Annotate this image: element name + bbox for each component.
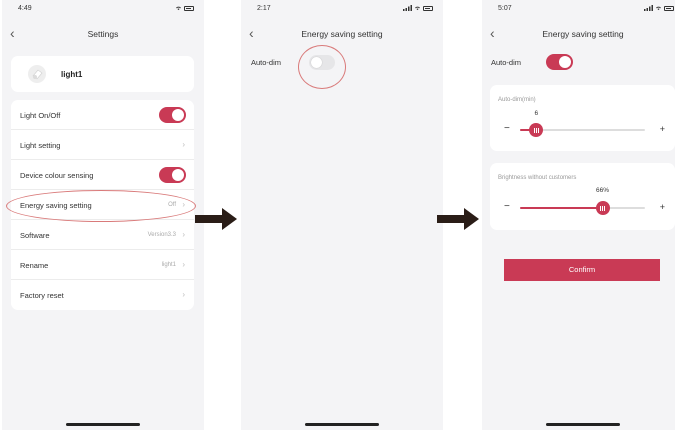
page-title: Energy saving setting xyxy=(301,29,383,39)
status-bar: 5:07 xyxy=(482,0,675,20)
chevron-right-icon: › xyxy=(182,230,185,239)
status-icons xyxy=(644,5,674,11)
settings-row-label: Light setting xyxy=(20,141,61,150)
brightness-card: Brightness without customers 66% − + xyxy=(490,163,675,230)
slider-fill xyxy=(520,207,603,209)
page-title: Energy saving setting xyxy=(542,29,624,39)
toggle-switch[interactable] xyxy=(159,167,186,183)
settings-row[interactable]: Device colour sensing xyxy=(11,160,194,190)
auto-dim-min-label: Auto-dim(min) xyxy=(498,97,536,103)
settings-row-label: Device colour sensing xyxy=(20,171,94,180)
highlight-circle xyxy=(298,45,346,89)
wifi-icon xyxy=(656,6,661,11)
slider-handle[interactable] xyxy=(595,201,610,215)
arrow-right-icon xyxy=(195,208,237,230)
brightness-value: 66% xyxy=(595,187,610,194)
device-name: light1 xyxy=(61,70,83,79)
settings-row[interactable]: Rename light1 › xyxy=(11,250,194,280)
nav-bar: ‹ Energy saving setting xyxy=(241,24,443,44)
settings-row[interactable]: Software Version3.3 › xyxy=(11,220,194,250)
auto-dim-row: Auto-dim xyxy=(482,52,675,72)
brightness-slider[interactable] xyxy=(520,201,645,215)
nav-bar: ‹ Energy saving setting xyxy=(482,24,675,44)
brightness-label: Brightness without customers xyxy=(498,175,577,181)
settings-row-value: light1 xyxy=(161,262,176,268)
home-indicator xyxy=(305,423,379,426)
battery-icon xyxy=(184,5,194,11)
settings-screen: 4:49 ‹ Settings light1 Light On/Off Light… xyxy=(2,0,204,430)
highlight-oval xyxy=(6,190,196,222)
light-bulb-icon xyxy=(28,65,46,83)
decrease-button[interactable]: − xyxy=(504,201,510,212)
toggle-knob xyxy=(172,169,184,181)
arrow-right-icon xyxy=(437,208,479,230)
signal-icon xyxy=(403,5,412,11)
auto-dim-label: Auto-dim xyxy=(491,58,522,67)
chevron-right-icon: › xyxy=(182,140,185,149)
status-icons xyxy=(403,5,433,11)
nav-bar: ‹ Settings xyxy=(2,24,204,44)
status-icons xyxy=(175,5,194,11)
signal-icon xyxy=(644,5,653,11)
auto-dim-min-card: Auto-dim(min) 6 − + xyxy=(490,85,675,151)
auto-dim-label: Auto-dim xyxy=(251,58,282,67)
status-time: 2:17 xyxy=(257,5,271,12)
home-indicator xyxy=(66,423,140,426)
slider-handle[interactable] xyxy=(529,123,544,137)
status-time: 4:49 xyxy=(18,5,32,12)
toggle-switch[interactable] xyxy=(159,107,186,123)
energy-saving-screen-off: 2:17 ‹ Energy saving setting Auto-dim xyxy=(241,0,443,430)
wifi-icon xyxy=(415,6,420,11)
auto-dim-min-slider[interactable] xyxy=(520,123,645,137)
status-bar: 2:17 xyxy=(241,0,443,20)
home-indicator xyxy=(546,423,620,426)
wifi-icon xyxy=(176,6,181,11)
settings-row[interactable]: Light setting › xyxy=(11,130,194,160)
settings-row-label: Factory reset xyxy=(20,291,64,300)
settings-row[interactable]: Factory reset › xyxy=(11,280,194,310)
status-time: 5:07 xyxy=(498,5,512,12)
settings-row[interactable]: Light On/Off xyxy=(11,100,194,130)
page-title: Settings xyxy=(87,29,119,39)
toggle-knob xyxy=(172,109,184,121)
battery-icon xyxy=(664,5,674,11)
settings-row-label: Software xyxy=(20,231,50,240)
decrease-button[interactable]: − xyxy=(504,123,510,134)
energy-saving-screen-on: 5:07 ‹ Energy saving setting Auto-dim Au… xyxy=(482,0,675,430)
increase-button[interactable]: + xyxy=(660,202,665,212)
increase-button[interactable]: + xyxy=(660,124,665,134)
auto-dim-min-value: 6 xyxy=(534,110,539,117)
settings-row-label: Light On/Off xyxy=(20,111,61,120)
settings-row-value: Version3.3 xyxy=(147,232,176,238)
chevron-right-icon: › xyxy=(182,290,185,299)
auto-dim-toggle[interactable] xyxy=(546,54,573,70)
confirm-button[interactable]: Confirm xyxy=(504,259,660,281)
chevron-right-icon: › xyxy=(182,260,185,269)
device-card[interactable]: light1 xyxy=(11,56,194,92)
battery-icon xyxy=(423,5,433,11)
toggle-knob xyxy=(559,56,571,68)
settings-row-label: Rename xyxy=(20,261,49,270)
status-bar: 4:49 xyxy=(2,0,204,20)
